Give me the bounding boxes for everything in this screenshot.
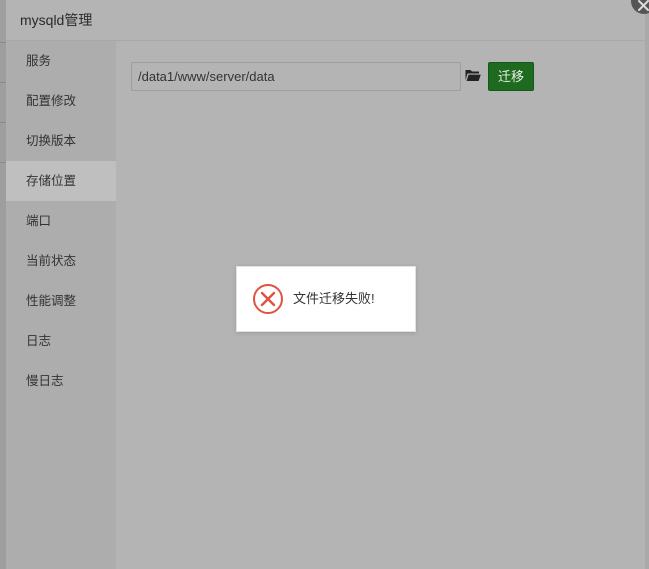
sidebar-item-port[interactable]: 端口 [6, 201, 116, 241]
error-icon [252, 283, 284, 315]
data-path-input[interactable] [131, 62, 461, 91]
sidebar-item-log[interactable]: 日志 [6, 321, 116, 361]
error-toast: 文件迁移失败! [236, 266, 416, 332]
toast-message: 文件迁移失败! [293, 291, 375, 306]
dialog-title: mysqld管理 [6, 0, 645, 41]
sidebar-item-service[interactable]: 服务 [6, 41, 116, 81]
sidebar-item-storage-location[interactable]: 存储位置 [6, 161, 116, 201]
sidebar-item-current-status[interactable]: 当前状态 [6, 241, 116, 281]
sidebar-item-slow-log[interactable]: 慢日志 [6, 361, 116, 401]
migrate-button[interactable]: 迁移 [488, 62, 534, 91]
sidebar: 服务 配置修改 切换版本 存储位置 端口 当前状态 性能调整 日志 慢日志 [6, 41, 116, 569]
sidebar-item-performance[interactable]: 性能调整 [6, 281, 116, 321]
close-icon[interactable] [631, 0, 649, 14]
sidebar-item-config[interactable]: 配置修改 [6, 81, 116, 121]
sidebar-item-switch-version[interactable]: 切换版本 [6, 121, 116, 161]
folder-open-icon[interactable] [465, 68, 481, 82]
